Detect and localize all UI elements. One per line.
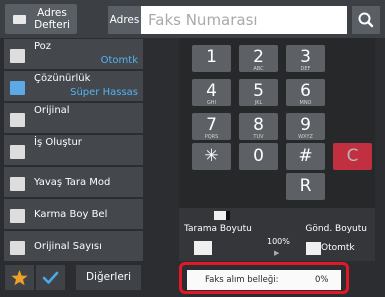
key-1[interactable]: 1 <box>192 45 231 72</box>
fax-number-input[interactable]: Faks Numarası <box>141 6 347 34</box>
key-letters: PQRS <box>204 134 219 140</box>
job-build-icon <box>10 145 25 159</box>
key-digit: 3 <box>300 47 311 67</box>
original-document-icon <box>10 113 25 127</box>
key-letters: ABC <box>253 66 264 72</box>
key-digit: 2 <box>253 47 264 67</box>
sidebar-item-label: Çözünürlük <box>34 73 91 84</box>
scan-paper-icon <box>194 241 212 255</box>
send-paper-icon <box>306 242 321 255</box>
sidebar-item-label: İş Oluştur <box>34 137 82 148</box>
sidebar-item-label: Orijinal <box>34 105 70 116</box>
exposure-icon <box>10 49 25 63</box>
scan-size-label: Tarama Boyutu <box>184 224 252 234</box>
send-size-label: Gönd. Boyutu <box>305 224 367 234</box>
key-9[interactable]: 9 WXYZ <box>286 113 325 140</box>
sidebar-item-exposure[interactable]: Poz Otomtk <box>4 39 143 70</box>
send-size-value: Otomtk <box>321 243 355 253</box>
arrow-right-icon: ▶ <box>274 249 280 257</box>
sidebar-item-value: Süper Hassas <box>70 87 138 98</box>
fax-memory-label: Faks alım belleği: <box>205 275 279 285</box>
favorites-button[interactable] <box>5 265 34 290</box>
star-icon <box>11 270 28 286</box>
sidebar-item-label: Poz <box>34 41 52 52</box>
size-status-panel: Tarama Boyutu Gönd. Boyutu 100% ▶ Otomtk <box>179 208 375 261</box>
key-asterisk[interactable]: ✳ <box>192 143 231 170</box>
key-4[interactable]: 4 GHI <box>192 79 231 106</box>
confirm-button[interactable] <box>36 265 65 290</box>
original-count-icon <box>10 241 25 255</box>
key-letters: MNO <box>299 100 312 106</box>
key-letters: TUV <box>253 134 264 140</box>
key-letters: GHI <box>206 100 217 106</box>
key-digit: 9 <box>300 115 311 135</box>
key-2[interactable]: 2 ABC <box>239 45 278 72</box>
key-letters: WXYZ <box>298 134 313 140</box>
sidebar-item-label: Orijinal Sayısı <box>34 241 102 252</box>
key-5[interactable]: 5 JKL <box>239 79 278 106</box>
key-digit: 4 <box>206 81 217 101</box>
key-letters: DEF <box>300 66 311 72</box>
key-digit: 7 <box>206 115 217 135</box>
address-book-label: Adres Defteri <box>34 7 70 31</box>
resolution-icon <box>10 81 25 95</box>
redial-key[interactable]: R <box>286 173 325 200</box>
key-digit: 5 <box>253 81 264 101</box>
ratio-value: 100% <box>267 237 290 246</box>
sidebar-item-value: Otomtk <box>100 55 138 66</box>
sidebar-item-original-count[interactable]: Orijinal Sayısı <box>4 231 143 262</box>
key-digit: 0 <box>253 146 264 166</box>
key-7[interactable]: 7 PQRS <box>192 113 231 140</box>
key-0[interactable]: 0 <box>239 143 278 170</box>
key-6[interactable]: 6 MNO <box>286 79 325 106</box>
key-hash[interactable]: # <box>286 143 325 170</box>
scanner-icon <box>214 211 230 220</box>
fax-memory-indicator: Faks alım belleği: 0% <box>187 270 341 290</box>
key-3[interactable]: 3 DEF <box>286 45 325 72</box>
key-digit: R <box>299 176 312 196</box>
key-digit: 8 <box>253 115 264 135</box>
search-button[interactable] <box>352 6 380 34</box>
key-letters: JKL <box>254 100 263 106</box>
sidebar-item-label: Yavaş Tara Mod <box>34 177 111 188</box>
sidebar-item-job-build[interactable]: İş Oluştur <box>4 135 143 166</box>
address-book-button[interactable]: Adres Defteri <box>5 4 77 34</box>
mixed-size-icon <box>10 209 25 223</box>
address-button[interactable]: Adres <box>108 6 141 34</box>
sidebar-item-label: Karma Boy Bel <box>34 209 108 220</box>
key-digit: # <box>298 146 313 166</box>
key-digit: ✳ <box>204 146 219 166</box>
fax-memory-value: 0% <box>315 275 329 285</box>
address-book-icon <box>13 15 26 24</box>
sidebar-item-slow-scan[interactable]: Yavaş Tara Mod <box>4 167 143 198</box>
key-digit: C <box>346 146 359 166</box>
key-digit: 1 <box>206 47 217 67</box>
others-button[interactable]: Diğerleri <box>76 265 141 290</box>
check-icon <box>42 271 59 284</box>
search-icon <box>358 12 374 28</box>
clear-key[interactable]: C <box>333 143 372 170</box>
sidebar-item-resolution[interactable]: Çözünürlük Süper Hassas <box>4 71 143 102</box>
sidebar-item-original[interactable]: Orijinal <box>4 103 143 134</box>
key-digit: 6 <box>300 81 311 101</box>
sidebar-item-mixed-size[interactable]: Karma Boy Bel <box>4 199 143 230</box>
keypad: 1 2 ABC 3 DEF 4 GHI 5 JKL 6 MNO 7 PQRS 8 TUV 9W… <box>179 38 375 208</box>
key-8[interactable]: 8 TUV <box>239 113 278 140</box>
slow-scan-icon <box>10 177 25 191</box>
